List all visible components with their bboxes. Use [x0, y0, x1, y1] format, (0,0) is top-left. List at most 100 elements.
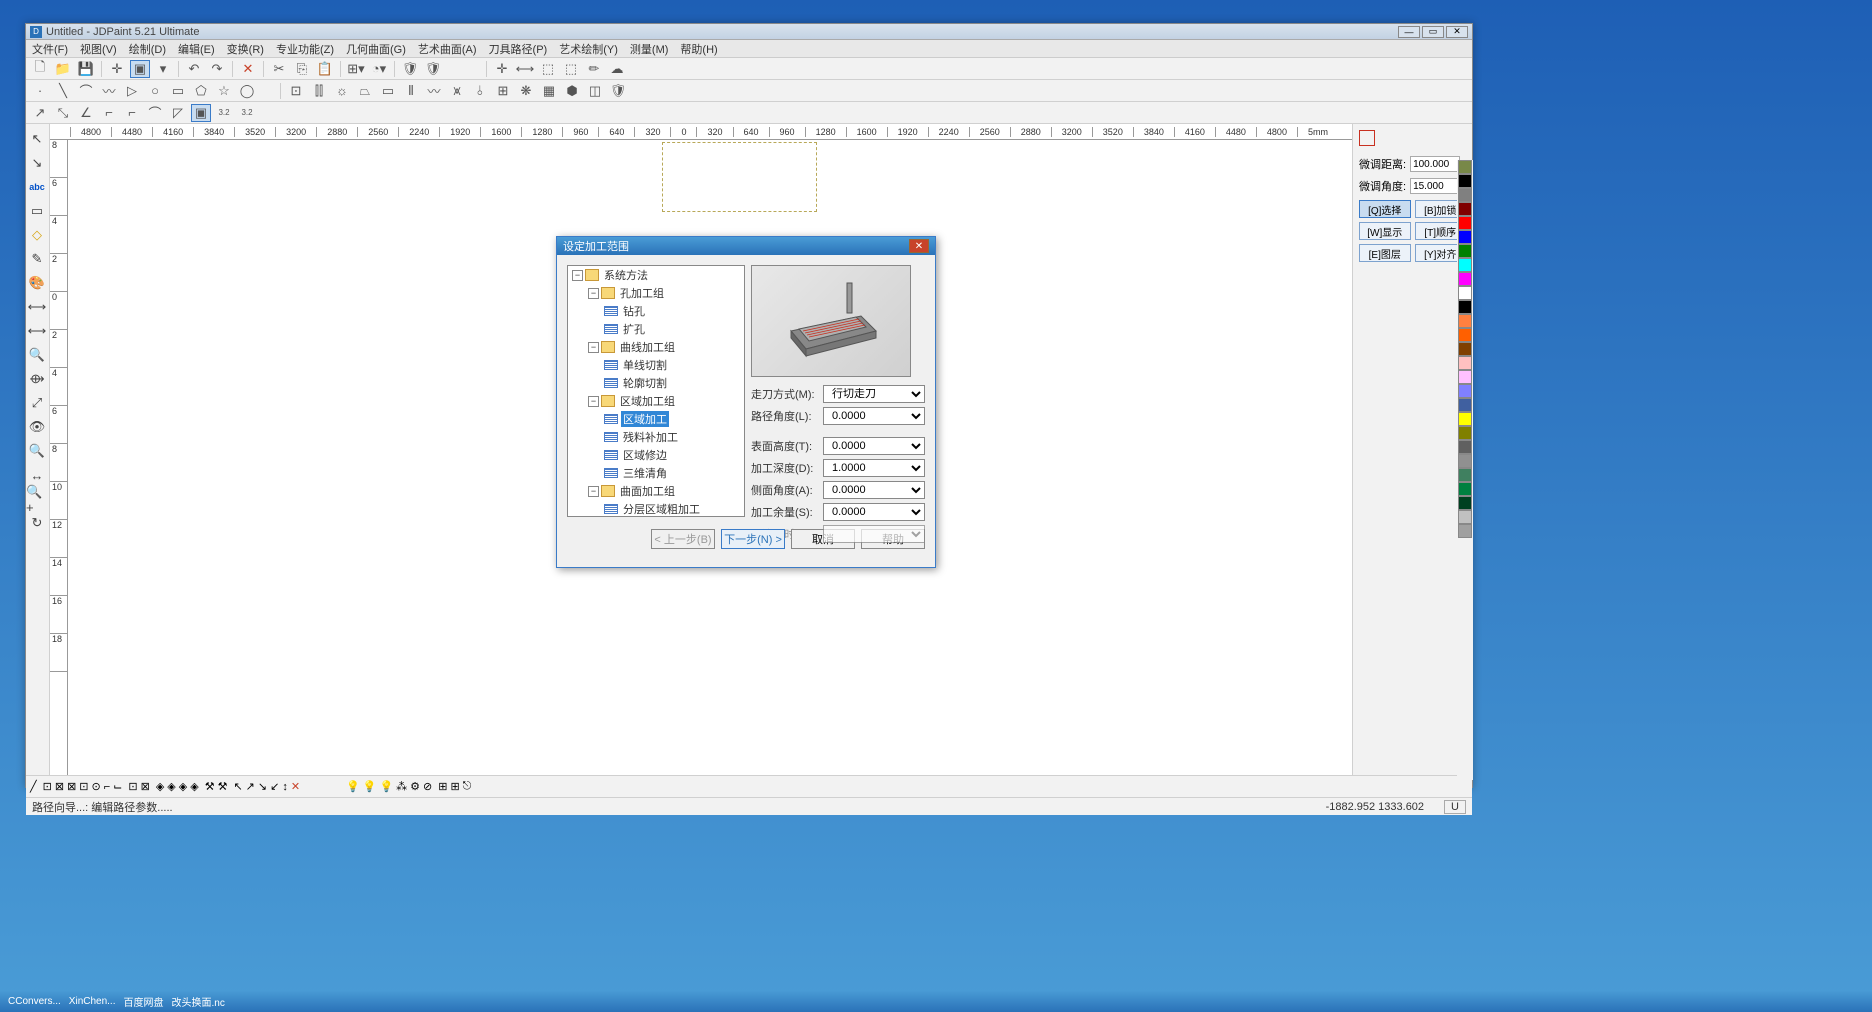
- tree-group-area[interactable]: −区域加工组: [568, 392, 744, 410]
- rotate-icon[interactable]: ↻: [26, 512, 48, 534]
- bt-bulb2-icon[interactable]: 💡: [363, 780, 377, 793]
- copy-icon[interactable]: ⎘: [292, 60, 312, 78]
- dropdown-icon[interactable]: ▾: [153, 60, 173, 78]
- color-swatch[interactable]: [1458, 412, 1472, 426]
- menu-art-surface[interactable]: 艺术曲面(A): [416, 41, 479, 57]
- bt-x-icon[interactable]: ✕: [291, 780, 300, 793]
- cut-icon[interactable]: ✂: [269, 60, 289, 78]
- line-icon[interactable]: ╲: [53, 82, 73, 100]
- color-swatch[interactable]: [1458, 356, 1472, 370]
- rect3-icon[interactable]: ▭: [378, 82, 398, 100]
- open-icon[interactable]: 📁: [53, 60, 73, 78]
- tree-item-single-cut[interactable]: 单线切割: [568, 356, 744, 374]
- bt-d3-icon[interactable]: ◈: [179, 780, 187, 793]
- boxes-icon[interactable]: ▦: [539, 82, 559, 100]
- path-angle-input[interactable]: 0.0000: [823, 407, 925, 425]
- shield1-icon[interactable]: 🛡: [400, 60, 420, 78]
- color-swatch[interactable]: [1458, 328, 1472, 342]
- color-swatch[interactable]: [1458, 188, 1472, 202]
- depth-input[interactable]: 1.0000: [823, 459, 925, 477]
- btn-show[interactable]: [W]显示: [1359, 222, 1411, 240]
- cylinder-icon[interactable]: ⬢: [562, 82, 582, 100]
- color-swatch[interactable]: [1458, 440, 1472, 454]
- text-icon[interactable]: abc: [26, 176, 48, 198]
- tree-group-surface[interactable]: −曲面加工组: [568, 482, 744, 500]
- delete-icon[interactable]: ✕: [238, 60, 258, 78]
- menu-transform[interactable]: 变换(R): [225, 41, 266, 57]
- color-indicator-icon[interactable]: [1359, 130, 1375, 146]
- cursor-icon[interactable]: ↖: [26, 128, 48, 150]
- menu-pro[interactable]: 专业功能(Z): [274, 41, 336, 57]
- taskbar-item[interactable]: 百度网盘: [124, 994, 164, 1009]
- color-swatch[interactable]: [1458, 300, 1472, 314]
- select-framed-icon[interactable]: ▣: [191, 104, 211, 122]
- paint-icon[interactable]: 🎨: [26, 272, 48, 294]
- bt-tool2-icon[interactable]: ⚒: [218, 780, 228, 793]
- bt-d1-icon[interactable]: ◈: [156, 780, 164, 793]
- tree-item-3d-corner[interactable]: 三维清角: [568, 464, 744, 482]
- tree-group-hole[interactable]: −孔加工组: [568, 284, 744, 302]
- color-swatch[interactable]: [1458, 286, 1472, 300]
- margin-input[interactable]: 0.0000: [823, 503, 925, 521]
- tree-item-area-machining[interactable]: 区域加工: [568, 410, 744, 428]
- shield3-icon[interactable]: 🛡: [608, 82, 628, 100]
- status-unit[interactable]: U: [1444, 800, 1466, 814]
- tree-group-curve[interactable]: −曲线加工组: [568, 338, 744, 356]
- point-icon[interactable]: ·: [30, 82, 50, 100]
- btn-select[interactable]: [Q]选择: [1359, 200, 1411, 218]
- menu-art-draw[interactable]: 艺术绘制(Y): [557, 41, 620, 57]
- bt-grid3-icon[interactable]: ⎋: [463, 780, 472, 793]
- bt-a3-icon[interactable]: ↘: [258, 780, 267, 793]
- bt-3-icon[interactable]: ⊠: [67, 780, 76, 793]
- taskbar-item[interactable]: 改头换面.nc: [172, 994, 225, 1009]
- color-swatch[interactable]: [1458, 496, 1472, 510]
- zoom-icon[interactable]: 🔍: [26, 344, 48, 366]
- method-tree[interactable]: −系统方法 −孔加工组 钻孔 扩孔 −曲线加工组 单线切割 轮廓切割 −区域加工…: [567, 265, 745, 517]
- menu-geometry[interactable]: 几何曲面(G): [344, 41, 408, 57]
- bt-bulb1-icon[interactable]: 💡: [346, 780, 360, 793]
- color-swatch[interactable]: [1458, 454, 1472, 468]
- next-button[interactable]: 下一步(N) >: [721, 529, 785, 549]
- tree-item-layer-rough[interactable]: 分层区域粗加工: [568, 500, 744, 517]
- tree-root[interactable]: −系统方法: [568, 266, 744, 284]
- array3-icon[interactable]: ☼: [332, 82, 352, 100]
- balloon-icon[interactable]: ☁: [607, 60, 627, 78]
- rect2-icon[interactable]: ▭: [26, 200, 48, 222]
- menu-toolpath[interactable]: 刀具路径(P): [487, 41, 550, 57]
- color-swatch[interactable]: [1458, 272, 1472, 286]
- fillet-icon[interactable]: ⌒: [145, 104, 165, 122]
- zigzag-icon[interactable]: ⩙: [447, 82, 467, 100]
- tree-item-drill[interactable]: 钻孔: [568, 302, 744, 320]
- menu-edit[interactable]: 编辑(E): [176, 41, 217, 57]
- chamfer-icon[interactable]: ◸: [168, 104, 188, 122]
- bt-a4-icon[interactable]: ↙: [270, 780, 279, 793]
- color-swatch[interactable]: [1458, 342, 1472, 356]
- bt-d4-icon[interactable]: ◈: [190, 780, 198, 793]
- color-swatch[interactable]: [1458, 216, 1472, 230]
- angle2-icon[interactable]: ⌐: [99, 104, 119, 122]
- diag-icon[interactable]: ⤢: [26, 392, 48, 414]
- bt-8-icon[interactable]: ⊡: [128, 780, 137, 793]
- num32b-icon[interactable]: 3.2: [237, 104, 257, 122]
- bt-grid2-icon[interactable]: ⊞: [450, 780, 459, 793]
- lasso-icon[interactable]: ✏: [584, 60, 604, 78]
- color-swatch[interactable]: [1458, 202, 1472, 216]
- menu-measure[interactable]: 测量(M): [628, 41, 671, 57]
- bt-a5-icon[interactable]: ↕: [282, 781, 288, 793]
- hmeasure-icon[interactable]: ⟷: [515, 60, 535, 78]
- bt-cfg2-icon[interactable]: ⊘: [423, 780, 432, 793]
- fine-distance-input[interactable]: [1410, 156, 1460, 172]
- menu-view[interactable]: 视图(V): [78, 41, 119, 57]
- color-swatch[interactable]: [1458, 398, 1472, 412]
- bt-4-icon[interactable]: ⊡: [79, 780, 88, 793]
- undo-icon[interactable]: ↶: [184, 60, 204, 78]
- btn-layer[interactable]: [E]图层: [1359, 244, 1411, 262]
- fine-angle-input[interactable]: [1410, 178, 1460, 194]
- color-swatch[interactable]: [1458, 230, 1472, 244]
- color-swatch[interactable]: [1458, 468, 1472, 482]
- select-rect2-icon[interactable]: ⬚: [561, 60, 581, 78]
- new-icon[interactable]: 🗋: [30, 60, 50, 78]
- shape-icon[interactable]: ◔▾: [369, 60, 389, 78]
- maximize-button[interactable]: ▭: [1422, 26, 1444, 38]
- pen-icon[interactable]: ↘: [26, 152, 48, 174]
